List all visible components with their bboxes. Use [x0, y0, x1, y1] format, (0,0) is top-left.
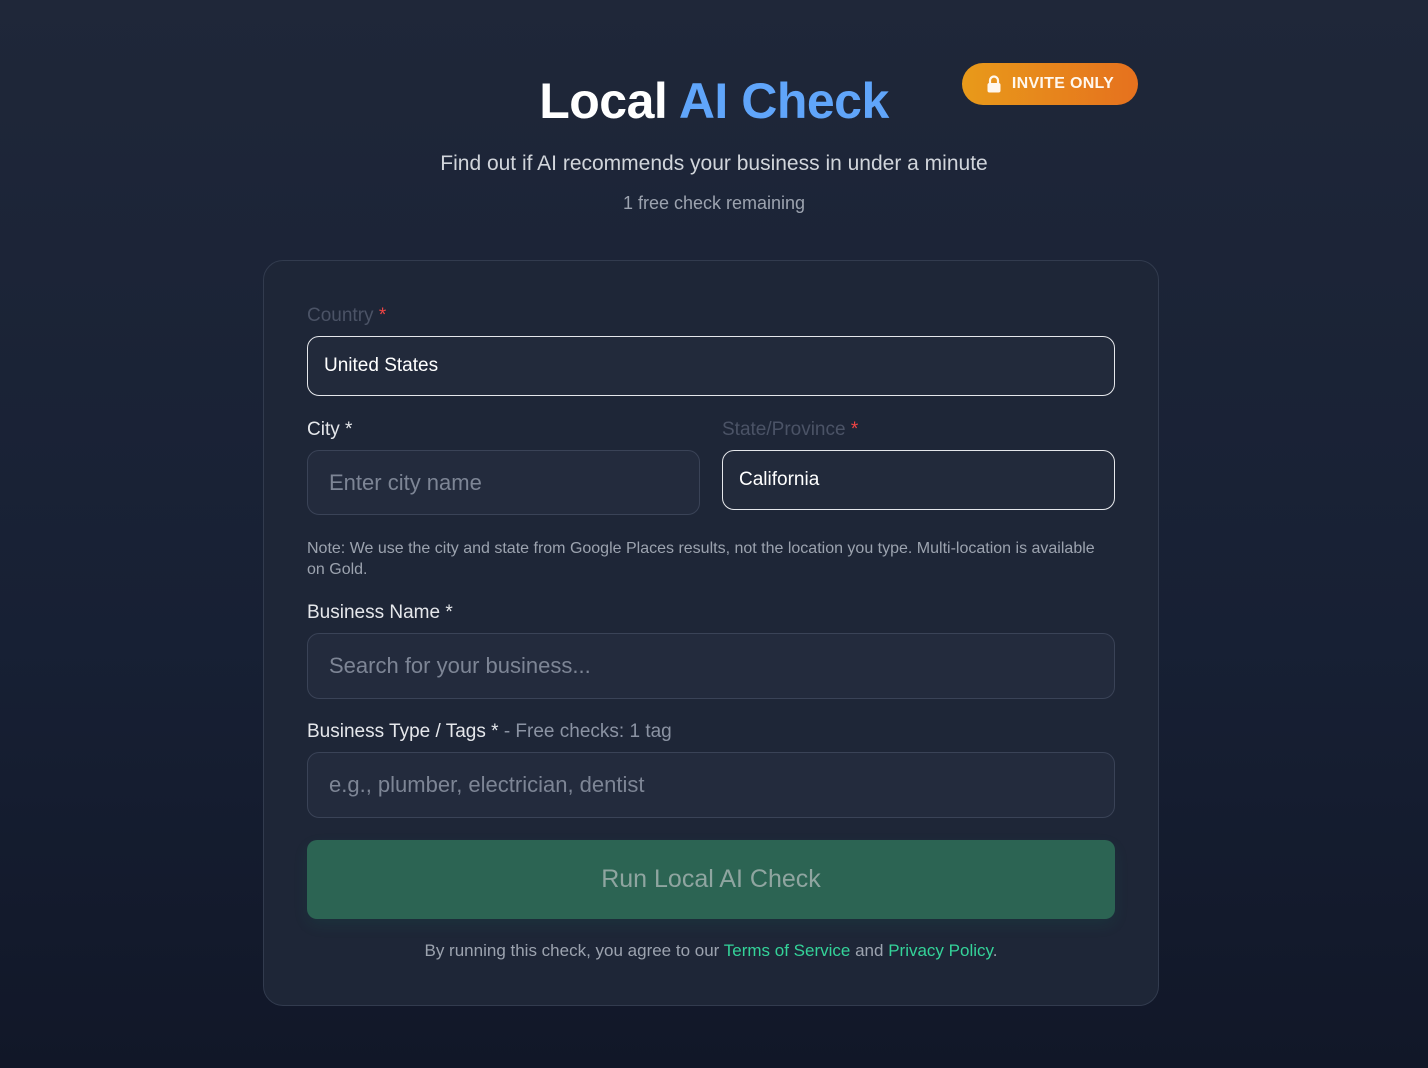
country-select-value: United States	[324, 355, 439, 376]
invite-only-badge: INVITE ONLY	[962, 63, 1138, 105]
invite-only-label: INVITE ONLY	[1011, 75, 1115, 92]
terms-notice: By running this check, you agree to our …	[264, 940, 1158, 962]
terms-suffix: .	[992, 941, 998, 960]
city-label-text: City	[307, 419, 340, 440]
business-name-label-text: Business Name	[307, 602, 441, 623]
page-subtitle: Find out if AI recommends your business …	[440, 152, 988, 175]
country-label-text: Country	[307, 305, 374, 326]
business-type-tag-limit-hint: - Free checks: 1 tag	[503, 721, 672, 742]
city-required-mark: *	[345, 419, 353, 440]
terms-of-service-link[interactable]: Terms of Service	[724, 941, 851, 960]
business-tags-input[interactable]	[307, 752, 1115, 818]
business-search-input[interactable]	[307, 633, 1115, 699]
country-select[interactable]: United States	[307, 336, 1115, 396]
title-part-ai-check: AI Check	[678, 73, 889, 129]
business-type-required-mark: *	[491, 721, 499, 742]
state-select-value: California	[739, 469, 820, 490]
business-type-label: Business Type / Tags * - Free checks: 1 …	[307, 720, 672, 744]
country-label: Country *	[307, 304, 386, 328]
business-name-required-mark: *	[445, 602, 453, 623]
state-label-text: State/Province	[722, 419, 846, 440]
title-part-local: Local	[539, 73, 668, 129]
free-checks-remaining: 1 free check remaining	[622, 193, 806, 213]
terms-prefix: By running this check, you agree to our	[424, 941, 720, 960]
privacy-policy-link[interactable]: Privacy Policy	[888, 941, 993, 960]
location-note: Note: We use the city and state from Goo…	[307, 540, 1095, 578]
run-check-button[interactable]: Run Local AI Check	[307, 840, 1115, 919]
lock-icon	[987, 75, 1001, 93]
city-label: City *	[307, 418, 352, 442]
terms-and: and	[855, 941, 884, 960]
business-name-label: Business Name *	[307, 601, 453, 625]
state-label: State/Province *	[722, 418, 858, 442]
country-required-mark: *	[378, 305, 387, 326]
state-required-mark: *	[850, 419, 859, 440]
city-input[interactable]	[307, 450, 700, 515]
business-type-label-text: Business Type / Tags	[307, 721, 486, 742]
check-form-card: Country * United States City * State/Pro…	[263, 260, 1159, 1006]
page-title: Local AI Check	[0, 72, 1428, 130]
state-select[interactable]: California	[722, 450, 1115, 510]
